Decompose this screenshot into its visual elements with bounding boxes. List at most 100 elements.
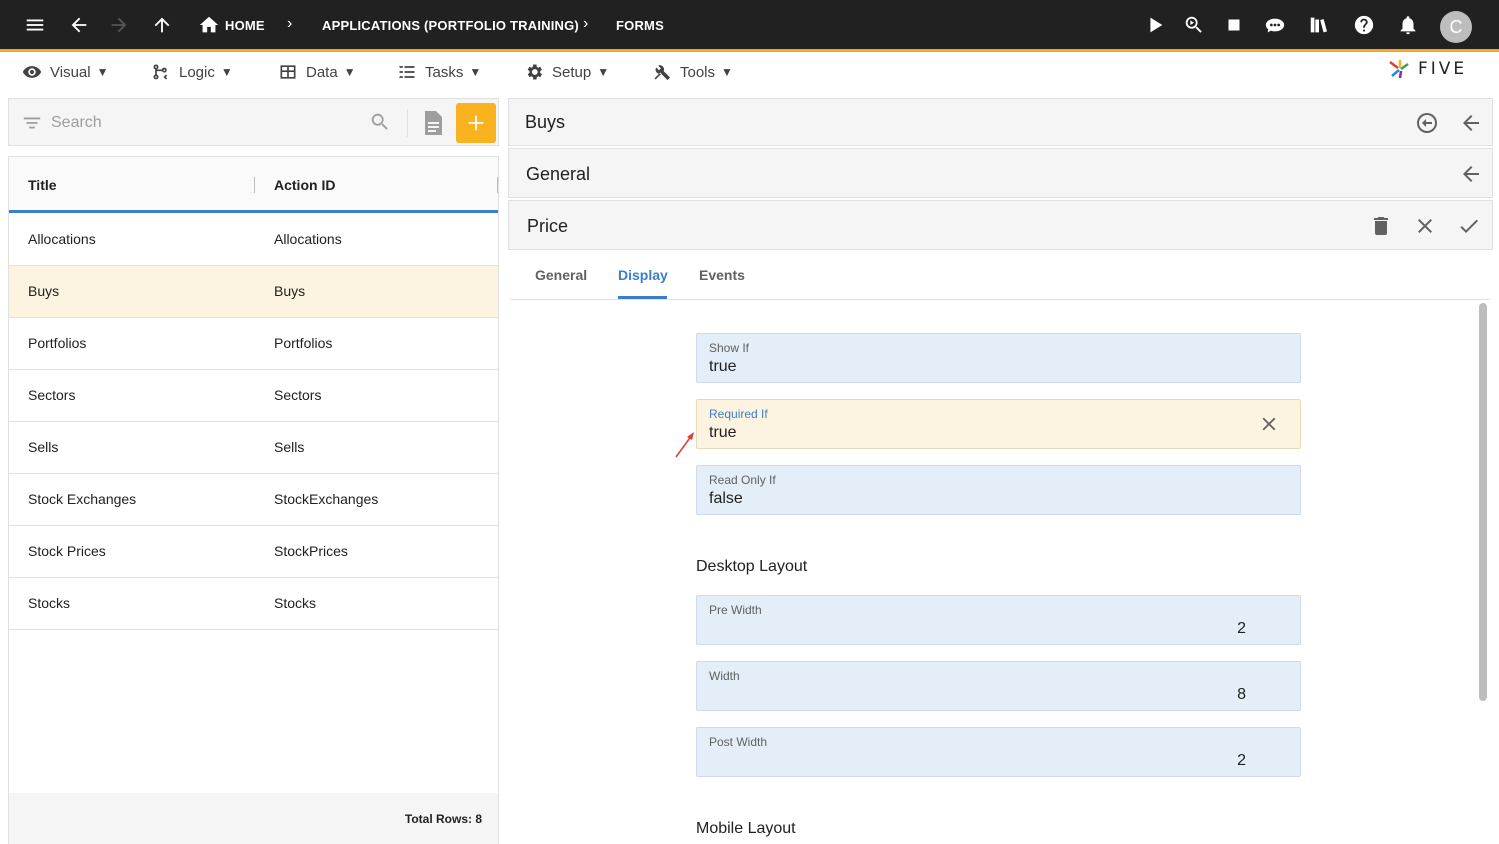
desktop-layout-title: Desktop Layout xyxy=(696,558,808,575)
search-input[interactable] xyxy=(51,111,351,135)
display-form: Show If true Required If true Read Only … xyxy=(510,301,1490,844)
breadcrumb-applications[interactable]: APPLICATIONS (PORTFOLIO TRAINING) xyxy=(322,18,579,33)
user-avatar[interactable]: C xyxy=(1440,11,1472,43)
breadcrumb-forms[interactable]: FORMS xyxy=(616,18,664,33)
back-arrow-icon[interactable] xyxy=(1459,162,1483,186)
delete-icon[interactable] xyxy=(1369,214,1393,238)
field-value: 8 xyxy=(1237,686,1246,703)
menu-tasks[interactable]: Tasks ▼ xyxy=(397,62,481,82)
five-logo: FIVE xyxy=(1388,58,1467,80)
row-title: Sectors xyxy=(28,387,76,403)
hamburger-menu-icon[interactable] xyxy=(20,10,50,40)
row-action-id: Buys xyxy=(274,283,306,299)
field-label: Width xyxy=(709,669,740,683)
list-row[interactable]: Stock Prices StockPrices xyxy=(9,526,498,578)
menu-visual[interactable]: Visual ▼ xyxy=(22,62,108,82)
list-row[interactable]: Portfolios Portfolios xyxy=(9,318,498,370)
add-button[interactable] xyxy=(456,103,496,143)
row-action-id: Sectors xyxy=(274,387,322,403)
field-value: true xyxy=(709,424,737,441)
field-label: Pre Width xyxy=(709,603,762,617)
list-row-selected[interactable]: Buys Buys xyxy=(9,266,498,318)
plus-icon xyxy=(468,115,484,131)
menu-setup[interactable]: Setup ▼ xyxy=(524,62,609,82)
help-icon[interactable] xyxy=(1349,10,1379,40)
width-field[interactable]: Width 8 xyxy=(696,661,1301,711)
column-header-title[interactable]: Title xyxy=(28,177,57,193)
caret-down-icon: ▼ xyxy=(721,65,733,79)
debug-search-icon[interactable] xyxy=(1179,10,1209,40)
caret-down-icon: ▼ xyxy=(469,65,482,79)
row-title: Portfolios xyxy=(28,335,87,351)
column-divider xyxy=(497,177,498,193)
divider xyxy=(407,109,408,137)
eye-icon xyxy=(22,66,42,78)
list-row[interactable]: Sectors Sectors xyxy=(9,370,498,422)
pre-width-field[interactable]: Pre Width 2 xyxy=(696,595,1301,645)
mobile-layout-title: Mobile Layout xyxy=(696,820,796,837)
chevron-right-icon: › xyxy=(287,15,293,32)
list-rows: Allocations Allocations Buys Buys Portfoli… xyxy=(9,214,498,630)
show-if-field[interactable]: Show If true xyxy=(696,333,1301,383)
field-value: false xyxy=(709,490,743,507)
row-action-id: Stocks xyxy=(274,595,317,611)
menu-tools[interactable]: Tools ▼ xyxy=(652,62,733,82)
list-row[interactable]: Stock Exchanges StockExchanges xyxy=(9,474,498,526)
menu-tools-label: Tools xyxy=(680,63,716,81)
breadcrumb-home[interactable]: HOME xyxy=(225,18,265,33)
up-arrow-icon[interactable] xyxy=(147,10,177,40)
search-icon[interactable] xyxy=(369,111,391,138)
clear-icon[interactable] xyxy=(1258,413,1280,435)
required-if-field[interactable]: Required If true xyxy=(696,399,1301,449)
stop-icon[interactable] xyxy=(1219,10,1249,40)
menu-data[interactable]: Data ▼ xyxy=(278,62,356,82)
column-divider xyxy=(254,177,255,193)
list-row[interactable]: Sells Sells xyxy=(9,422,498,474)
caret-down-icon: ▼ xyxy=(597,65,610,79)
row-title: Allocations xyxy=(28,231,96,247)
filter-icon[interactable] xyxy=(21,112,43,139)
list-header: Title Action ID xyxy=(9,157,498,213)
row-action-id: Allocations xyxy=(274,231,342,247)
scrollbar[interactable] xyxy=(1479,303,1487,701)
history-back-icon[interactable] xyxy=(1415,111,1439,135)
form-header: Buys xyxy=(508,98,1493,146)
tab-general[interactable]: General xyxy=(535,267,587,283)
home-icon[interactable] xyxy=(194,10,224,40)
row-action-id: StockExchanges xyxy=(274,491,379,507)
back-arrow-icon[interactable] xyxy=(1459,111,1483,135)
play-icon[interactable] xyxy=(1140,10,1170,40)
notification-bell-icon[interactable] xyxy=(1393,10,1423,40)
list-row[interactable]: Allocations Allocations xyxy=(9,214,498,266)
menu-logic[interactable]: Logic ▼ xyxy=(151,62,233,82)
row-action-id: Sells xyxy=(274,439,305,455)
tools-icon xyxy=(654,65,671,81)
form-title: Buys xyxy=(525,112,566,132)
tab-events[interactable]: Events xyxy=(699,267,745,283)
chat-bot-icon[interactable] xyxy=(1260,10,1290,40)
field-value: true xyxy=(709,358,737,375)
library-icon[interactable] xyxy=(1304,10,1334,40)
post-width-field[interactable]: Post Width 2 xyxy=(696,727,1301,777)
read-only-if-field[interactable]: Read Only If false xyxy=(696,465,1301,515)
tasks-icon xyxy=(399,66,415,78)
list-row[interactable]: Stocks Stocks xyxy=(9,578,498,630)
search-bar xyxy=(8,98,499,146)
tab-display[interactable]: Display xyxy=(618,267,668,283)
logic-icon xyxy=(153,64,168,80)
field-value: 2 xyxy=(1237,620,1246,637)
document-icon[interactable] xyxy=(421,110,445,141)
field-label: Show If xyxy=(709,341,750,355)
close-icon[interactable] xyxy=(1413,214,1437,238)
menu-data-label: Data xyxy=(306,63,338,81)
five-logo-mark-icon xyxy=(1389,60,1409,79)
total-rows: Total Rows: 8 xyxy=(404,812,482,826)
row-title: Stock Prices xyxy=(28,543,106,559)
forward-arrow-icon[interactable] xyxy=(104,10,134,40)
check-icon[interactable] xyxy=(1457,214,1481,238)
column-header-action-id[interactable]: Action ID xyxy=(274,177,335,193)
forms-list: Title Action ID Allocations Allocations B… xyxy=(8,156,499,844)
caret-down-icon: ▼ xyxy=(220,65,233,79)
caret-down-icon: ▼ xyxy=(343,65,356,79)
back-arrow-icon[interactable] xyxy=(64,10,94,40)
